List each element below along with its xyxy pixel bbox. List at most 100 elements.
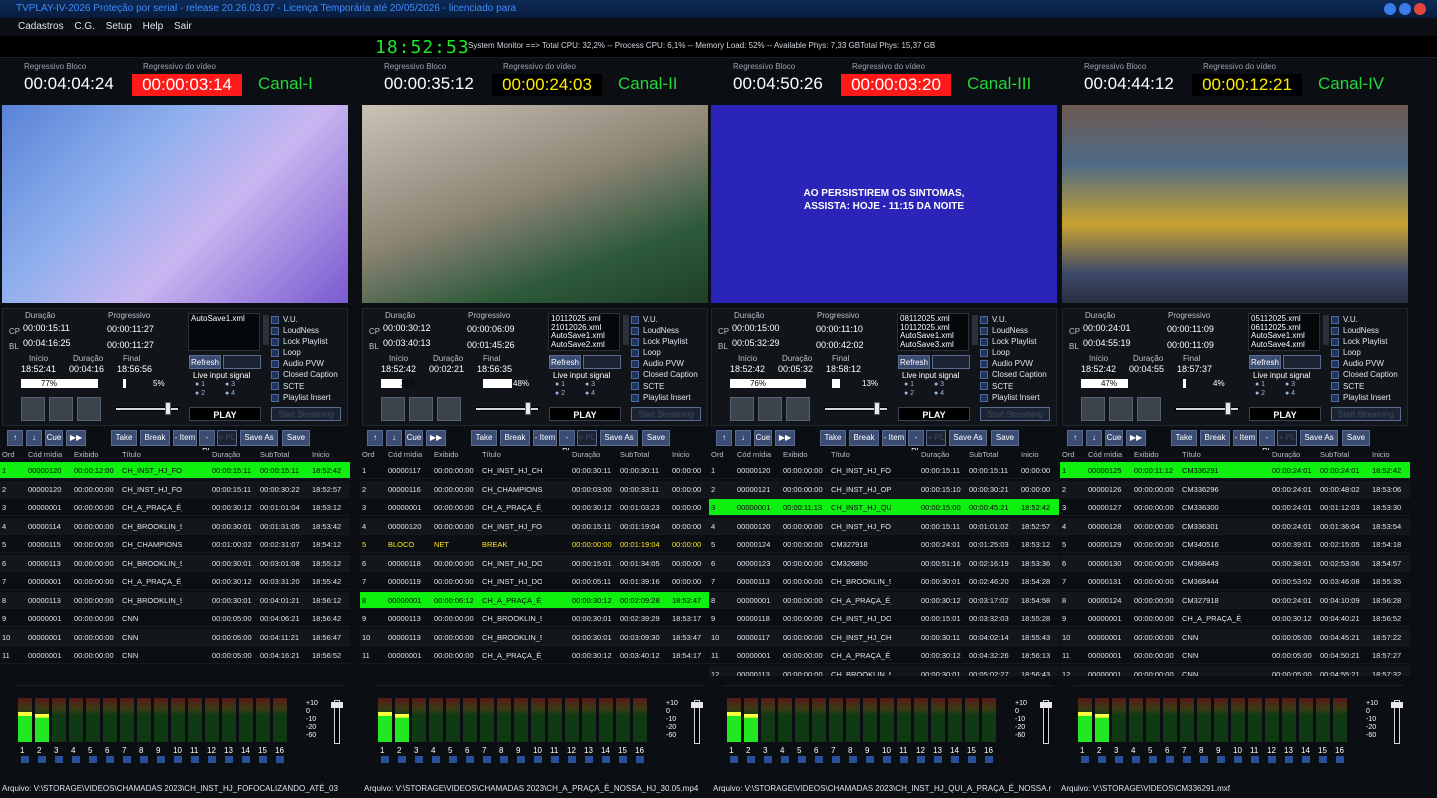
menu-help[interactable]: Help <box>143 21 164 32</box>
meter-channel-toggle[interactable] <box>381 756 389 763</box>
remove-item-button[interactable]: - Item <box>1233 430 1257 446</box>
meter-channel-toggle[interactable] <box>1251 756 1259 763</box>
checkbox-icon[interactable] <box>980 349 988 358</box>
take-button[interactable]: Take <box>820 430 846 446</box>
save-as-button[interactable]: Save As <box>600 430 638 446</box>
checkbox-icon[interactable] <box>1331 349 1339 358</box>
table-row[interactable]: 9 00000113 00:00:00:00 CH_BROOKLIN_99_HJ_II… <box>360 610 710 627</box>
meter-channel-toggle[interactable] <box>1302 756 1310 763</box>
table-row[interactable]: 5 BLOCO NET BREAK 00:00:00:00 00:01:19:04 00:0… <box>360 536 710 553</box>
meter-channel-toggle[interactable] <box>259 756 267 763</box>
checkbox-icon[interactable] <box>631 360 639 369</box>
table-row[interactable]: 10 00000001 00:00:00:00 CNN 00:00:05:00 00:04… <box>0 628 350 646</box>
checkbox-icon[interactable] <box>980 326 988 335</box>
meter-channel-toggle[interactable] <box>730 756 738 763</box>
pause-icon[interactable] <box>409 397 433 421</box>
table-row[interactable]: 5 00000129 00:00:00:00 CM340516 00:00:39:01 0… <box>1060 536 1410 553</box>
option-checkbox[interactable]: Playlist Insert <box>271 392 338 403</box>
break-button[interactable]: Break <box>140 430 170 446</box>
meter-channel-toggle[interactable] <box>1149 756 1157 763</box>
checkbox-icon[interactable] <box>631 315 639 324</box>
meter-channel-toggle[interactable] <box>747 756 755 763</box>
playlist-file-item[interactable]: AutoSave3.xml <box>900 340 966 350</box>
meter-channel-toggle[interactable] <box>619 756 627 763</box>
table-row[interactable]: 7 00000131 00:00:00:00 CM368444 00:00:53:02 0… <box>1060 573 1410 590</box>
meter-channel-toggle[interactable] <box>174 756 182 763</box>
meter-channel-toggle[interactable] <box>568 756 576 763</box>
meter-channel-toggle[interactable] <box>432 756 440 763</box>
meter-channel-toggle[interactable] <box>1285 756 1293 763</box>
live-input-radio[interactable]: ● 1 <box>555 381 565 388</box>
meter-channel-toggle[interactable] <box>1081 756 1089 763</box>
table-row[interactable]: 12 00000001 00:00:00:00 CNN 00:00:05:00 00:04… <box>1060 665 1410 676</box>
playlist-scroll-icon[interactable] <box>972 315 978 345</box>
live-input-radio[interactable]: ● 2 <box>555 390 565 397</box>
checkbox-icon[interactable] <box>631 393 639 402</box>
checkbox-icon[interactable] <box>980 371 988 380</box>
table-row[interactable]: 7 00000001 00:00:00:00 CH_A_PRAÇA_É_NOSSA 00… <box>0 573 350 590</box>
meter-channel-toggle[interactable] <box>89 756 97 763</box>
pause-icon[interactable] <box>1109 397 1133 421</box>
playlist-scroll-icon[interactable] <box>263 315 269 345</box>
meter-channel-toggle[interactable] <box>415 756 423 763</box>
table-row[interactable]: 4 00000128 00:00:00:00 CM336301 00:00:24:01 0… <box>1060 517 1410 535</box>
table-row[interactable]: 11 00000001 00:00:00:00 CH_A_PRAÇA_É_NOSSA 0… <box>360 647 710 664</box>
checkbox-icon[interactable] <box>1331 382 1339 391</box>
table-row[interactable]: 1 00000117 00:00:00:00 CH_INST_HJ_CHEGA_MA 0… <box>360 462 710 479</box>
meter-channel-toggle[interactable] <box>123 756 131 763</box>
checkbox-icon[interactable] <box>980 338 988 347</box>
checkbox-icon[interactable] <box>631 338 639 347</box>
table-row[interactable]: 2 00000121 00:00:00:00 CH_INST_HJ_OPERAÇÃO 0… <box>709 480 1059 498</box>
maximize-button[interactable] <box>1399 3 1411 15</box>
meter-channel-toggle[interactable] <box>1217 756 1225 763</box>
checkbox-icon[interactable] <box>631 382 639 391</box>
play-button[interactable]: PLAY <box>549 407 621 421</box>
table-row[interactable]: 3 00000127 00:00:00:00 CM336300 00:00:24:01 0… <box>1060 499 1410 516</box>
playlist-file-list[interactable]: AutoSave1.xml <box>188 313 260 351</box>
option-checkbox[interactable]: Audio PVW <box>271 358 338 369</box>
meter-channel-toggle[interactable] <box>1234 756 1242 763</box>
checkbox-icon[interactable] <box>631 371 639 380</box>
option-checkbox[interactable]: SCTE <box>1331 381 1398 392</box>
table-row[interactable]: 2 00000126 00:00:00:00 CM336296 00:00:24:01 0… <box>1060 480 1410 498</box>
meter-channel-toggle[interactable] <box>764 756 772 763</box>
table-row[interactable]: 9 00000001 00:00:00:00 CNN 00:00:05:00 00:04:… <box>0 610 350 627</box>
checkbox-icon[interactable] <box>271 382 279 391</box>
option-checkbox[interactable]: Audio PVW <box>631 358 698 369</box>
menu-setup[interactable]: Setup <box>106 21 132 32</box>
live-input-radio[interactable]: ● 1 <box>904 381 914 388</box>
option-checkbox[interactable]: Lock Playlist <box>980 336 1047 347</box>
start-streaming-button[interactable] <box>583 355 621 369</box>
meter-channel-toggle[interactable] <box>276 756 284 763</box>
master-volume-thumb[interactable] <box>1040 702 1052 708</box>
option-checkbox[interactable]: SCTE <box>271 381 338 392</box>
meter-channel-toggle[interactable] <box>1166 756 1174 763</box>
master-volume-thumb[interactable] <box>691 702 703 708</box>
add-playlist-button[interactable]: + PL <box>217 430 237 446</box>
close-button[interactable] <box>1414 3 1426 15</box>
live-input-radio[interactable]: ● 3 <box>934 381 944 388</box>
playlist-file-item[interactable]: AutoSave2.xml <box>551 340 617 350</box>
option-checkbox[interactable]: LoudNess <box>1331 325 1398 336</box>
option-checkbox[interactable]: Loop <box>271 347 338 358</box>
option-checkbox[interactable]: Playlist Insert <box>631 392 698 403</box>
move-up-button[interactable]: ↑ <box>1067 430 1083 446</box>
table-row[interactable]: 4 00000120 00:00:00:00 CH_INST_HJ_FOFOCALIZ… <box>360 517 710 535</box>
meter-channel-toggle[interactable] <box>815 756 823 763</box>
checkbox-icon[interactable] <box>980 393 988 402</box>
cue-button[interactable]: Cue <box>405 430 423 446</box>
move-down-button[interactable]: ↓ <box>1086 430 1102 446</box>
table-row[interactable]: 7 00000113 00:00:00:00 CH_BROOKLIN_99_HJ_II… <box>709 573 1059 590</box>
volume-slider-thumb[interactable] <box>1225 402 1231 415</box>
remove-playlist-button[interactable]: - PL <box>559 430 575 456</box>
meter-channel-toggle[interactable] <box>551 756 559 763</box>
take-button[interactable]: Take <box>1171 430 1197 446</box>
play-button[interactable]: PLAY <box>189 407 261 421</box>
cue-button[interactable]: Cue <box>45 430 63 446</box>
meter-channel-toggle[interactable] <box>242 756 250 763</box>
playlist-scroll-icon[interactable] <box>623 315 629 345</box>
master-volume-thumb[interactable] <box>1391 702 1403 708</box>
checkbox-icon[interactable] <box>980 382 988 391</box>
checkbox-icon[interactable] <box>271 315 279 324</box>
live-input-radio[interactable]: ● 1 <box>1255 381 1265 388</box>
